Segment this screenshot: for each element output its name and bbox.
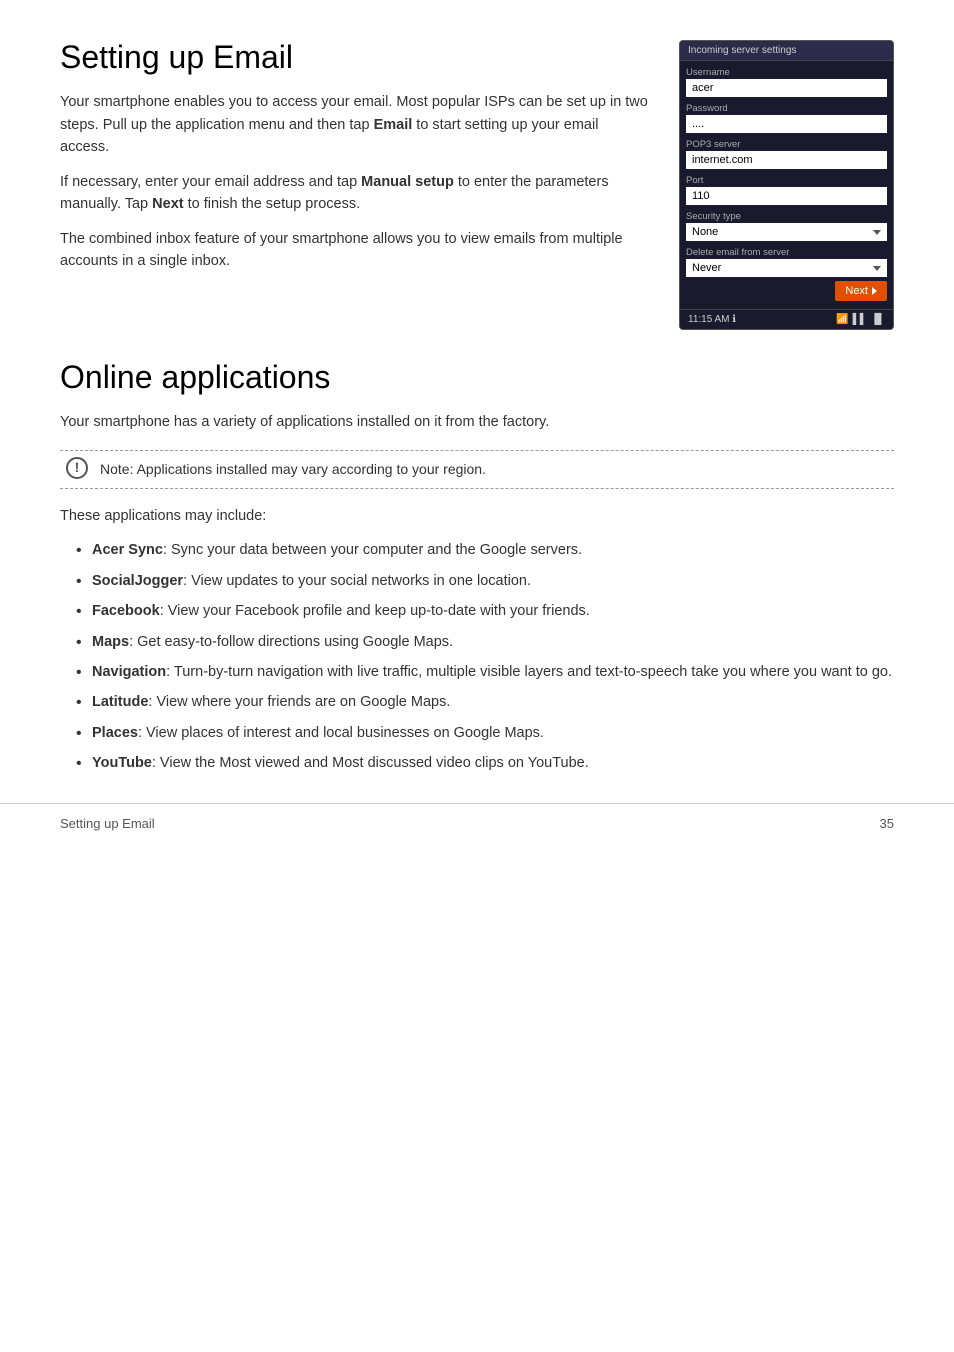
setting-up-email-title: Setting up Email — [60, 40, 649, 75]
app-name: Latitude — [92, 694, 148, 710]
list-item: Facebook: View your Facebook profile and… — [76, 600, 894, 622]
footer-title: Setting up Email — [60, 816, 155, 831]
security-label: Security type — [686, 211, 887, 222]
pop3-input[interactable]: internet.com — [686, 151, 887, 169]
username-label: Username — [686, 67, 887, 78]
port-input[interactable]: 110 — [686, 187, 887, 205]
list-item: Acer Sync: Sync your data between your c… — [76, 539, 894, 561]
port-label: Port — [686, 175, 887, 186]
status-time: 11:15 AM ℹ — [688, 314, 736, 325]
app-name: Places — [92, 725, 138, 741]
security-select[interactable]: None — [686, 223, 887, 241]
app-name: Maps — [92, 634, 129, 650]
password-label: Password — [686, 103, 887, 114]
signal-icon: ▌▌ — [853, 314, 867, 325]
page-footer: Setting up Email 35 — [0, 803, 954, 843]
password-input[interactable]: .... — [686, 115, 887, 133]
app-desc: : Turn-by-turn navigation with live traf… — [166, 664, 892, 680]
paragraph-3: The combined inbox feature of your smart… — [60, 228, 649, 273]
security-dropdown-icon — [873, 230, 881, 235]
app-desc: : Sync your data between your computer a… — [163, 542, 582, 558]
app-name: YouTube — [92, 755, 152, 771]
status-icons: 📶 ▌▌ ▐▌ — [836, 314, 885, 325]
note-box: ! Note: Applications installed may vary … — [60, 450, 894, 489]
app-desc: : View places of interest and local busi… — [138, 725, 544, 741]
username-field: Username acer — [680, 61, 893, 97]
app-name: SocialJogger — [92, 573, 183, 589]
password-field: Password .... — [680, 97, 893, 133]
username-input[interactable]: acer — [686, 79, 887, 97]
app-desc: : View the Most viewed and Most discusse… — [152, 755, 589, 771]
footer-page-number: 35 — [880, 816, 894, 831]
list-item: YouTube: View the Most viewed and Most d… — [76, 752, 894, 774]
note-text: Note: Applications installed may vary ac… — [100, 461, 486, 477]
these-apps-text: These applications may include: — [60, 505, 894, 527]
app-desc: : View your Facebook profile and keep up… — [160, 603, 590, 619]
list-item: Latitude: View where your friends are on… — [76, 691, 894, 713]
next-button[interactable]: Next — [835, 281, 887, 301]
port-field: Port 110 — [680, 169, 893, 205]
list-item: Maps: Get easy-to-follow directions usin… — [76, 631, 894, 653]
app-name: Navigation — [92, 664, 166, 680]
delete-select[interactable]: Never — [686, 259, 887, 277]
phone-screenshot: Incoming server settings Username acer P… — [679, 40, 894, 330]
paragraph-1: Your smartphone enables you to access yo… — [60, 91, 649, 158]
list-item: Navigation: Turn-by-turn navigation with… — [76, 661, 894, 683]
battery-icon: ▐▌ — [871, 314, 885, 325]
delete-field: Delete email from server Never — [680, 241, 893, 277]
online-applications-title: Online applications — [60, 360, 894, 395]
pop3-label: POP3 server — [686, 139, 887, 150]
list-item: Places: View places of interest and loca… — [76, 722, 894, 744]
next-button-row: Next — [680, 277, 893, 305]
list-item: SocialJogger: View updates to your socia… — [76, 570, 894, 592]
info-icon: ℹ — [732, 314, 736, 325]
app-desc: : View where your friends are on Google … — [148, 694, 450, 710]
screen-title: Incoming server settings — [680, 41, 893, 61]
app-name: Acer Sync — [92, 542, 163, 558]
app-desc: : Get easy-to-follow directions using Go… — [129, 634, 453, 650]
delete-label: Delete email from server — [686, 247, 887, 258]
phone-status-bar: 11:15 AM ℹ 📶 ▌▌ ▐▌ — [680, 309, 893, 329]
note-icon: ! — [66, 457, 88, 479]
next-arrow-icon — [872, 287, 877, 295]
delete-dropdown-icon — [873, 266, 881, 271]
online-apps-intro: Your smartphone has a variety of applica… — [60, 411, 894, 433]
app-desc: : View updates to your social networks i… — [183, 573, 531, 589]
online-applications-section: Online applications Your smartphone has … — [60, 360, 894, 783]
security-field: Security type None — [680, 205, 893, 241]
app-list: Acer Sync: Sync your data between your c… — [76, 539, 894, 775]
pop3-field: POP3 server internet.com — [680, 133, 893, 169]
paragraph-2: If necessary, enter your email address a… — [60, 171, 649, 216]
wifi-icon: 📶 — [836, 314, 848, 325]
app-name: Facebook — [92, 603, 160, 619]
